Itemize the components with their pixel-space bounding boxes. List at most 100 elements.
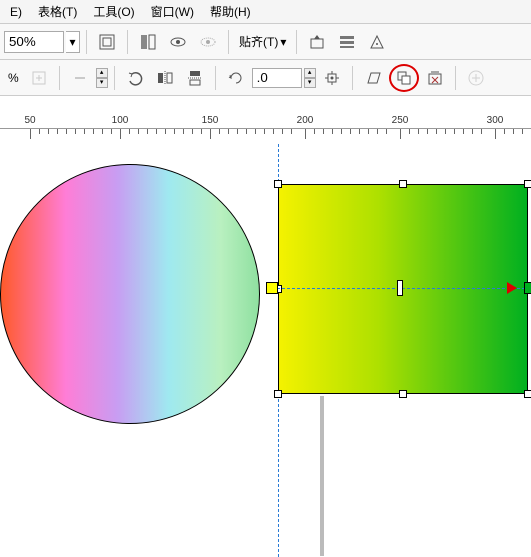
selection-handle[interactable] — [399, 390, 407, 398]
menu-item-e[interactable]: E) — [2, 3, 30, 21]
ruler-tick — [129, 129, 130, 134]
ruler-label: 250 — [392, 115, 409, 126]
stepper[interactable]: ▴▾ — [96, 68, 108, 88]
ruler-tick — [165, 129, 166, 134]
mirror-h-icon[interactable] — [151, 64, 179, 92]
ruler-tick — [409, 129, 410, 134]
selection-handle[interactable] — [399, 180, 407, 188]
selection-handle[interactable] — [274, 180, 282, 188]
ruler-label: 200 — [297, 115, 314, 126]
ruler-tick — [332, 129, 333, 134]
ruler-tick — [273, 129, 274, 134]
ruler-tick — [377, 129, 378, 134]
ruler-tick — [39, 129, 40, 134]
ruler-tick — [522, 129, 523, 134]
ruler-tick — [201, 129, 202, 134]
ruler-tick — [445, 129, 446, 134]
zoom-input[interactable] — [4, 31, 64, 53]
menu-item-table[interactable]: 表格(T) — [30, 1, 85, 22]
rotation-input[interactable] — [252, 68, 302, 88]
caret-up-icon[interactable]: ▴ — [304, 68, 316, 78]
add-box-icon — [25, 64, 53, 92]
align-center-icon[interactable] — [318, 64, 346, 92]
menu-item-tools[interactable]: 工具(O) — [85, 1, 142, 22]
mirror-v-icon[interactable] — [181, 64, 209, 92]
ruler-horizontal: 50100150200250300 — [0, 128, 531, 144]
canvas-area[interactable]: 50100150200250300 — [0, 96, 531, 557]
separator — [127, 30, 128, 54]
menu-item-help[interactable]: 帮助(H) — [202, 1, 259, 22]
separator — [228, 30, 229, 54]
toolbar-1: ▾ 贴齐(T) ▾ — [0, 24, 531, 60]
snap-dropdown[interactable]: 贴齐(T) ▾ — [235, 33, 290, 50]
zoom-dropdown-icon[interactable]: ▾ — [66, 31, 80, 53]
ruler-tick — [386, 129, 387, 134]
copy-properties-highlight — [389, 64, 419, 92]
snap-label: 贴齐(T) — [239, 33, 278, 50]
ruler-tick — [156, 129, 157, 134]
skew-icon[interactable] — [359, 64, 387, 92]
rotate-icon[interactable] — [222, 64, 250, 92]
gradient-mid-handle[interactable] — [397, 280, 403, 296]
selection-handle[interactable] — [274, 390, 282, 398]
menu-bar: E) 表格(T) 工具(O) 窗口(W) 帮助(H) — [0, 0, 531, 24]
preview-icon[interactable] — [164, 28, 192, 56]
undo-icon[interactable] — [121, 64, 149, 92]
ruler-tick — [48, 129, 49, 134]
ruler-tick — [427, 129, 428, 134]
ruler-tick — [472, 129, 473, 134]
circle-shape[interactable] — [0, 164, 260, 424]
copy-properties-icon[interactable] — [393, 67, 415, 89]
gradient-direction-arrow-icon — [507, 282, 517, 294]
ruler-tick — [418, 129, 419, 134]
dim-preview-icon[interactable] — [194, 28, 222, 56]
ruler-tick — [359, 129, 360, 134]
rotation-stepper[interactable]: ▴▾ — [304, 68, 316, 88]
caret-down-icon[interactable]: ▾ — [304, 78, 316, 88]
ruler-tick — [84, 129, 85, 134]
ruler-tick — [264, 129, 265, 134]
separator — [114, 66, 115, 90]
ruler-tick — [66, 129, 67, 134]
fullscreen-icon[interactable] — [93, 28, 121, 56]
ruler-tick — [255, 129, 256, 134]
ruler-tick — [174, 129, 175, 134]
ruler-tick — [237, 129, 238, 134]
chevron-down-icon: ▾ — [280, 35, 286, 49]
ruler-tick — [93, 129, 94, 134]
ruler-tick — [147, 129, 148, 134]
separator — [59, 66, 60, 90]
gradient-start-handle[interactable] — [266, 282, 278, 294]
menu-item-window[interactable]: 窗口(W) — [143, 1, 202, 22]
gradient-end-handle[interactable] — [524, 282, 531, 294]
ruler-tick — [192, 129, 193, 134]
caret-down-icon[interactable]: ▾ — [96, 78, 108, 88]
clear-transform-icon[interactable] — [421, 64, 449, 92]
selection-handle[interactable] — [524, 180, 531, 188]
separator — [296, 30, 297, 54]
ruler-tick — [504, 129, 505, 134]
ruler-tick — [463, 129, 464, 134]
ruler-tick — [341, 129, 342, 134]
ruler-tick — [120, 129, 121, 139]
ruler-tick — [314, 129, 315, 134]
ruler-tick — [111, 129, 112, 134]
ruler-label: 300 — [487, 115, 504, 126]
options-icon[interactable] — [333, 28, 361, 56]
ruler-tick — [495, 129, 496, 139]
ruler-tick — [30, 129, 31, 139]
launch-icon[interactable] — [363, 28, 391, 56]
caret-up-icon[interactable]: ▴ — [96, 68, 108, 78]
toolbar-2: % ▴▾ ▴▾ — [0, 60, 531, 96]
stray-line[interactable] — [320, 396, 324, 556]
workspace-icon[interactable] — [134, 28, 162, 56]
selection-handle[interactable] — [524, 390, 531, 398]
ruler-tick — [323, 129, 324, 134]
ruler-tick — [454, 129, 455, 134]
rectangle-shape[interactable] — [278, 184, 528, 394]
ruler-tick — [75, 129, 76, 134]
separator — [455, 66, 456, 90]
ruler-tick — [138, 129, 139, 134]
percent-label: % — [4, 71, 23, 85]
publish-icon[interactable] — [303, 28, 331, 56]
